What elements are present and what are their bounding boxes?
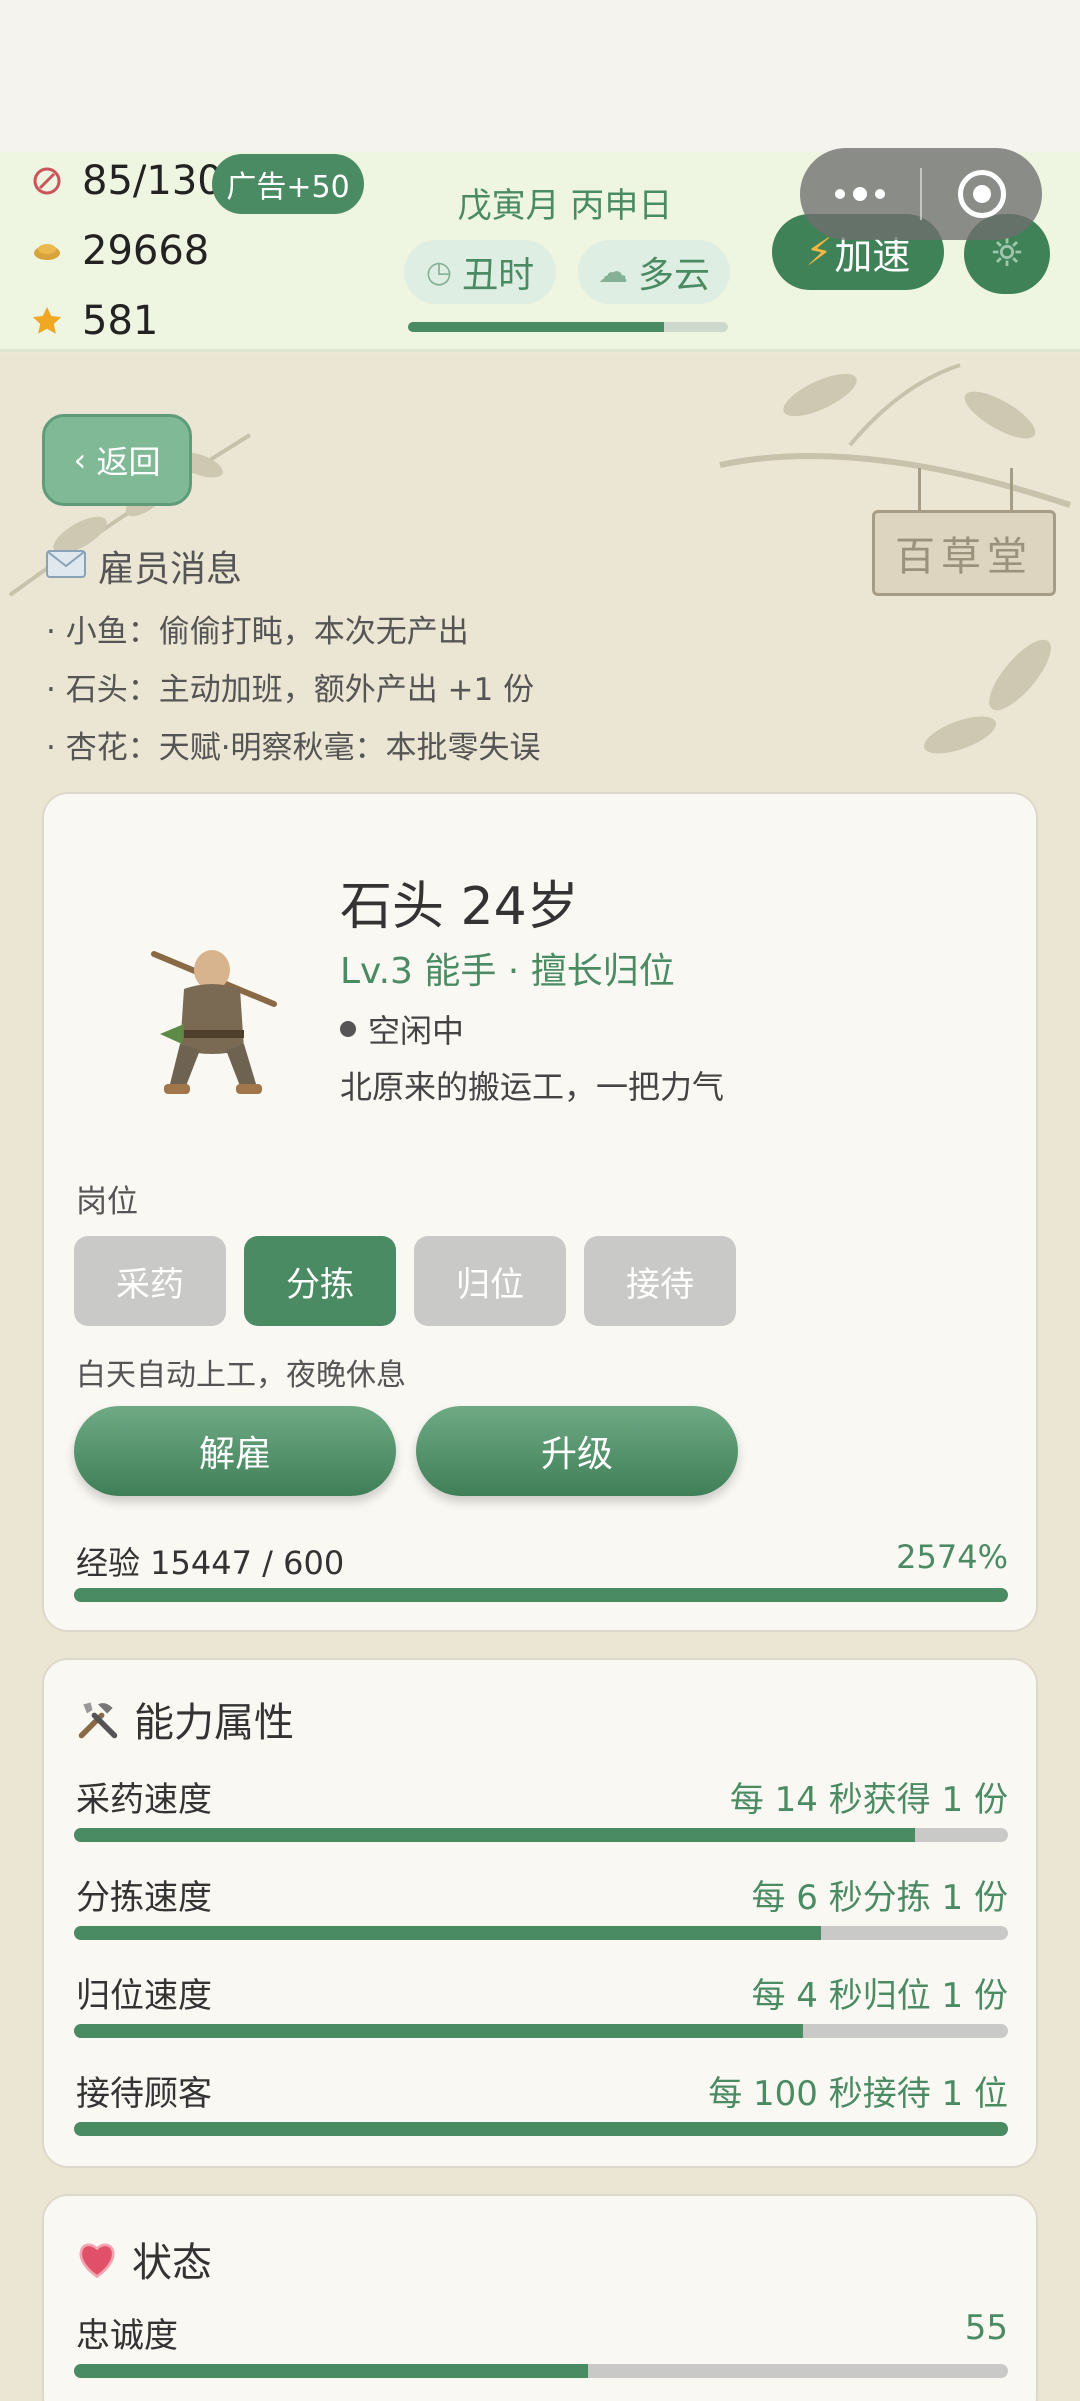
abilities-card: 能力属性 采药速度 每 14 秒获得 1 份 分拣速度 每 6 秒分拣 1 份 …: [42, 1658, 1038, 2168]
post-button-sort[interactable]: 分拣: [244, 1236, 396, 1326]
weather-pill: ☁ 多云: [578, 240, 730, 304]
heart-icon: [76, 2239, 118, 2279]
coins-value: 29668: [82, 228, 210, 274]
loyalty-label: 忠诚度: [76, 2316, 178, 2356]
employee-rank: Lv.3 能手 · 擅长归位: [340, 951, 675, 992]
employee-status-label: 空闲中: [368, 1012, 465, 1050]
coins-counter: 29668: [30, 228, 209, 274]
attr-name: 采药速度: [76, 1780, 212, 1820]
day-progress-bar: [408, 322, 728, 332]
status-dot-icon: [340, 1021, 356, 1037]
exp-percent: 2574%: [896, 1538, 1008, 1576]
chevron-left-icon: ‹: [73, 441, 97, 479]
loyalty-value: 55: [964, 2308, 1008, 2348]
attr-bar: [74, 2024, 1008, 2038]
ad-bonus-button[interactable]: 广告+50: [212, 154, 364, 214]
message-line: · 小鱼：偷偷打盹，本次无产出: [46, 614, 469, 650]
state-title: 状态: [76, 2230, 212, 2288]
clock-icon: ◷: [425, 254, 453, 290]
cloud-icon: ☁: [597, 254, 628, 290]
more-dots-icon: [835, 187, 885, 201]
energy-icon: [30, 164, 64, 198]
state-title-label: 状态: [132, 2240, 212, 2286]
close-miniprogram-button[interactable]: [922, 148, 1042, 240]
shop-signboard: 百草堂: [872, 510, 1056, 596]
schedule-hint: 白天自动上工，夜晚休息: [76, 1358, 406, 1393]
stars-value: 581: [82, 298, 159, 344]
attr-bar: [74, 2122, 1008, 2136]
attr-bar: [74, 1926, 1008, 1940]
employee-description: 北原来的搬运工，一把力气: [340, 1068, 725, 1106]
messages-title-label: 雇员消息: [98, 549, 243, 590]
tools-icon: [76, 1697, 120, 1741]
post-button-reception[interactable]: 接待: [584, 1236, 736, 1326]
employee-portrait: [151, 950, 277, 1094]
employee-status: 空闲中: [340, 1006, 464, 1052]
weather-value: 多云: [637, 255, 710, 296]
attr-value: 每 4 秒归位 1 份: [751, 1976, 1009, 2016]
message-line: · 杏花：天赋·明察秋毫：本批零失误: [46, 730, 541, 766]
time-pill: ◷ 丑时: [404, 240, 556, 304]
energy-value: 85/130: [82, 158, 223, 204]
energy-counter: 85/130: [30, 158, 223, 204]
employee-card: 石头 24岁 Lv.3 能手 · 擅长归位 空闲中 北原来的搬运工，一把力气 岗…: [42, 792, 1038, 1632]
attr-name: 分拣速度: [76, 1878, 212, 1918]
messages-title: 雇员消息: [46, 540, 242, 592]
target-icon: [958, 170, 1006, 218]
stars-counter: 581: [30, 298, 158, 344]
envelope-icon: [46, 546, 86, 587]
exp-label: 经验 15447 / 600: [76, 1544, 345, 1582]
state-card: 状态 忠诚度 55: [42, 2194, 1038, 2401]
attr-name: 接待顾客: [76, 2074, 212, 2114]
back-button[interactable]: ‹ 返回: [42, 414, 192, 506]
exp-progress-bar: [74, 1588, 1008, 1602]
miniprogram-capsule: [800, 148, 1042, 240]
more-menu-button[interactable]: [800, 148, 920, 240]
posts-label: 岗位: [76, 1184, 138, 1220]
attr-name: 归位速度: [76, 1976, 212, 2016]
post-button-gather[interactable]: 采药: [74, 1236, 226, 1326]
back-label: 返回: [96, 443, 161, 481]
message-line: · 石头：主动加班，额外产出 +1 份: [46, 672, 535, 708]
gear-icon: [990, 235, 1024, 273]
abilities-title-label: 能力属性: [134, 1700, 294, 1746]
post-button-shelve[interactable]: 归位: [414, 1236, 566, 1326]
fire-button[interactable]: 解雇: [74, 1406, 396, 1496]
attr-value: 每 6 秒分拣 1 份: [751, 1878, 1009, 1918]
coin-icon: [30, 234, 64, 268]
status-bar-area: [0, 0, 1080, 152]
attr-bar: [74, 1828, 1008, 1842]
loyalty-bar: [74, 2364, 1008, 2378]
employee-name: 石头 24岁: [340, 877, 579, 937]
attr-value: 每 100 秒接待 1 位: [708, 2074, 1008, 2114]
upgrade-button[interactable]: 升级: [416, 1406, 738, 1496]
game-date: 戊寅月 丙申日: [457, 186, 673, 226]
star-icon: [30, 304, 64, 338]
time-value: 丑时: [462, 255, 535, 296]
attr-value: 每 14 秒获得 1 份: [729, 1780, 1008, 1820]
abilities-title: 能力属性: [76, 1690, 294, 1748]
